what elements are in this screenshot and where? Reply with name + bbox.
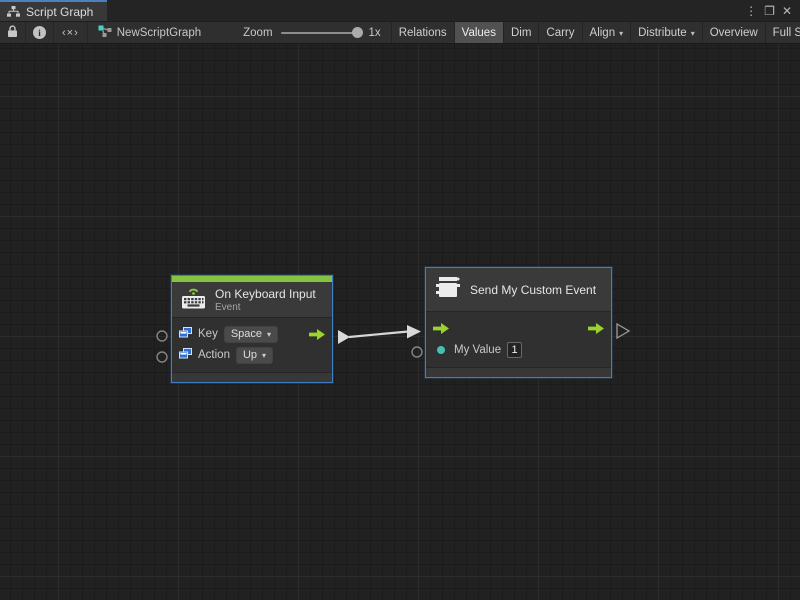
connection-wire[interactable] xyxy=(349,332,407,337)
chevron-down-icon: ▾ xyxy=(619,29,623,38)
zoom-value: 1x xyxy=(369,27,381,39)
dim-button[interactable]: Dim xyxy=(503,22,538,43)
port-row-action: Action Up ▾ xyxy=(179,345,325,366)
node-title: Send My Custom Event xyxy=(470,283,596,297)
window-controls: ⋮ ❐ ✕ xyxy=(745,0,800,21)
lock-icon xyxy=(7,25,18,41)
graph-name-group: NewScriptGraph xyxy=(88,22,211,43)
node-body: Key Space ▾ Action Up ▾ xyxy=(172,318,332,372)
port-label: My Value xyxy=(454,344,501,356)
node-on-keyboard-input[interactable]: On Keyboard Input Event Key Space ▾ xyxy=(171,275,333,383)
port-row-key: Key Space ▾ xyxy=(179,324,325,345)
port-label: Key xyxy=(198,328,218,340)
node-header[interactable]: On Keyboard Input Event xyxy=(172,282,332,318)
keyboard-icon xyxy=(181,285,206,314)
align-button[interactable]: Align▾ xyxy=(582,22,631,43)
flow-port-arrow[interactable] xyxy=(309,329,325,340)
graph-name-label: NewScriptGraph xyxy=(117,27,201,39)
chevron-down-icon: ▾ xyxy=(262,351,266,360)
carry-button[interactable]: Carry xyxy=(538,22,581,43)
key-dropdown[interactable]: Space ▾ xyxy=(224,326,278,343)
input-port-key[interactable] xyxy=(157,331,167,341)
script-graph-asset-icon xyxy=(98,25,112,40)
zoom-label: Zoom xyxy=(243,27,272,39)
port-label: Action xyxy=(198,349,230,361)
my-value-input[interactable]: 1 xyxy=(507,342,522,358)
toolbar-buttons: Relations Values Dim Carry Align▾ Distri… xyxy=(391,22,800,43)
zoom-slider-handle[interactable] xyxy=(352,27,363,38)
variable-icon xyxy=(179,327,192,341)
node-title: On Keyboard Input xyxy=(215,287,316,301)
overview-button[interactable]: Overview xyxy=(702,22,765,43)
graph-hierarchy-icon xyxy=(7,6,20,17)
flow-output-triangle[interactable] xyxy=(338,330,350,344)
code-icon: ‹×› xyxy=(62,27,79,39)
values-button[interactable]: Values xyxy=(454,22,503,43)
node-body: My Value 1 xyxy=(426,312,611,367)
flow-input-arrow[interactable] xyxy=(433,323,449,334)
fullscreen-button[interactable]: Full S xyxy=(765,22,800,43)
relations-button[interactable]: Relations xyxy=(391,22,454,43)
flow-output-triangle-outline[interactable] xyxy=(617,324,629,338)
info-icon: i xyxy=(33,26,46,39)
graph-toolbar: i ‹×› NewScriptGraph Zoom 1x Relations V… xyxy=(0,21,800,44)
code-view-button[interactable]: ‹×› xyxy=(54,22,88,43)
tab-title: Script Graph xyxy=(26,5,93,19)
distribute-button[interactable]: Distribute▾ xyxy=(630,22,702,43)
close-icon[interactable]: ✕ xyxy=(782,5,792,17)
inspector-button[interactable]: i xyxy=(26,22,54,43)
window-menu-icon[interactable]: ⋮ xyxy=(745,5,757,17)
zoom-control: Zoom 1x xyxy=(233,22,391,43)
node-footer xyxy=(426,367,611,377)
node-footer xyxy=(172,372,332,382)
custom-event-icon xyxy=(435,274,461,305)
flow-output-arrow[interactable] xyxy=(588,323,604,334)
connection-arrowhead xyxy=(407,325,421,339)
port-row-my-value: My Value 1 xyxy=(433,339,604,360)
lock-button[interactable] xyxy=(0,22,26,43)
graph-canvas[interactable]: On Keyboard Input Event Key Space ▾ xyxy=(0,44,800,600)
node-send-my-custom-event[interactable]: Send My Custom Event My Value 1 xyxy=(425,267,612,378)
tab-script-graph[interactable]: Script Graph xyxy=(0,0,107,21)
zoom-slider[interactable] xyxy=(281,32,361,34)
connection-layer xyxy=(0,44,800,600)
chevron-down-icon: ▾ xyxy=(691,29,695,38)
input-port-action[interactable] xyxy=(157,352,167,362)
window-tab-bar: Script Graph ⋮ ❐ ✕ xyxy=(0,0,800,21)
input-port-my-value[interactable] xyxy=(412,347,422,357)
variable-icon xyxy=(179,348,192,362)
value-port-dot[interactable] xyxy=(437,346,445,354)
node-header[interactable]: Send My Custom Event xyxy=(426,268,611,312)
action-dropdown[interactable]: Up ▾ xyxy=(236,347,273,364)
maximize-icon[interactable]: ❐ xyxy=(764,5,775,17)
port-row-flow xyxy=(433,318,604,339)
chevron-down-icon: ▾ xyxy=(267,330,271,339)
node-subtitle: Event xyxy=(215,302,316,313)
